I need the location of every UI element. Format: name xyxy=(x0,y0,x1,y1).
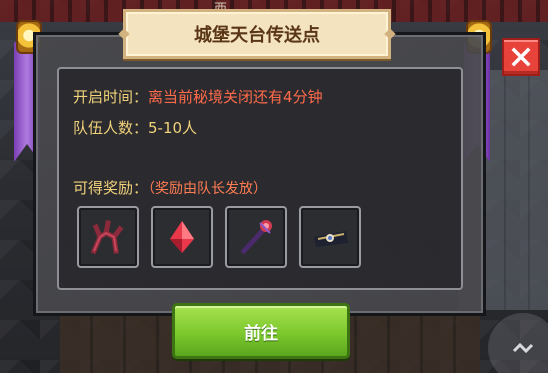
open-time-prefix: 离当前秘境关闭还有 xyxy=(148,88,284,106)
rewards-note: （奖励由队长发放） xyxy=(148,181,268,197)
close-button[interactable] xyxy=(502,38,540,76)
open-time-row: 开启时间：离当前秘境关闭还有4分钟 xyxy=(73,86,323,107)
go-button-label: 前往 xyxy=(244,323,278,344)
dialog-title: 城堡天台传送点 xyxy=(194,25,320,46)
dark-crown-icon xyxy=(314,231,348,247)
dialog-title-plate: 城堡天台传送点 xyxy=(123,9,391,59)
team-size-label: 队伍人数： xyxy=(73,119,149,137)
team-size-value: 5-10人 xyxy=(148,119,198,137)
reward-slot[interactable] xyxy=(151,206,213,268)
joystick-glyph xyxy=(512,342,534,354)
purple-staff-icon xyxy=(240,220,272,255)
rewards-row: 可得奖励：（奖励由队长发放） xyxy=(73,177,267,198)
go-button[interactable]: 前往 xyxy=(172,303,350,359)
open-time-value: 4分钟 xyxy=(283,88,323,106)
rewards-label: 可得奖励： xyxy=(73,179,149,197)
reward-slot[interactable] xyxy=(77,206,139,268)
team-size-row: 队伍人数：5-10人 xyxy=(73,117,197,138)
open-time-label: 开启时间： xyxy=(73,88,149,106)
red-antler-icon xyxy=(90,220,124,255)
close-icon xyxy=(511,47,531,67)
reward-slots xyxy=(77,206,361,268)
red-crystal-icon xyxy=(170,221,194,253)
reward-slot[interactable] xyxy=(299,206,361,268)
reward-slot[interactable] xyxy=(225,206,287,268)
